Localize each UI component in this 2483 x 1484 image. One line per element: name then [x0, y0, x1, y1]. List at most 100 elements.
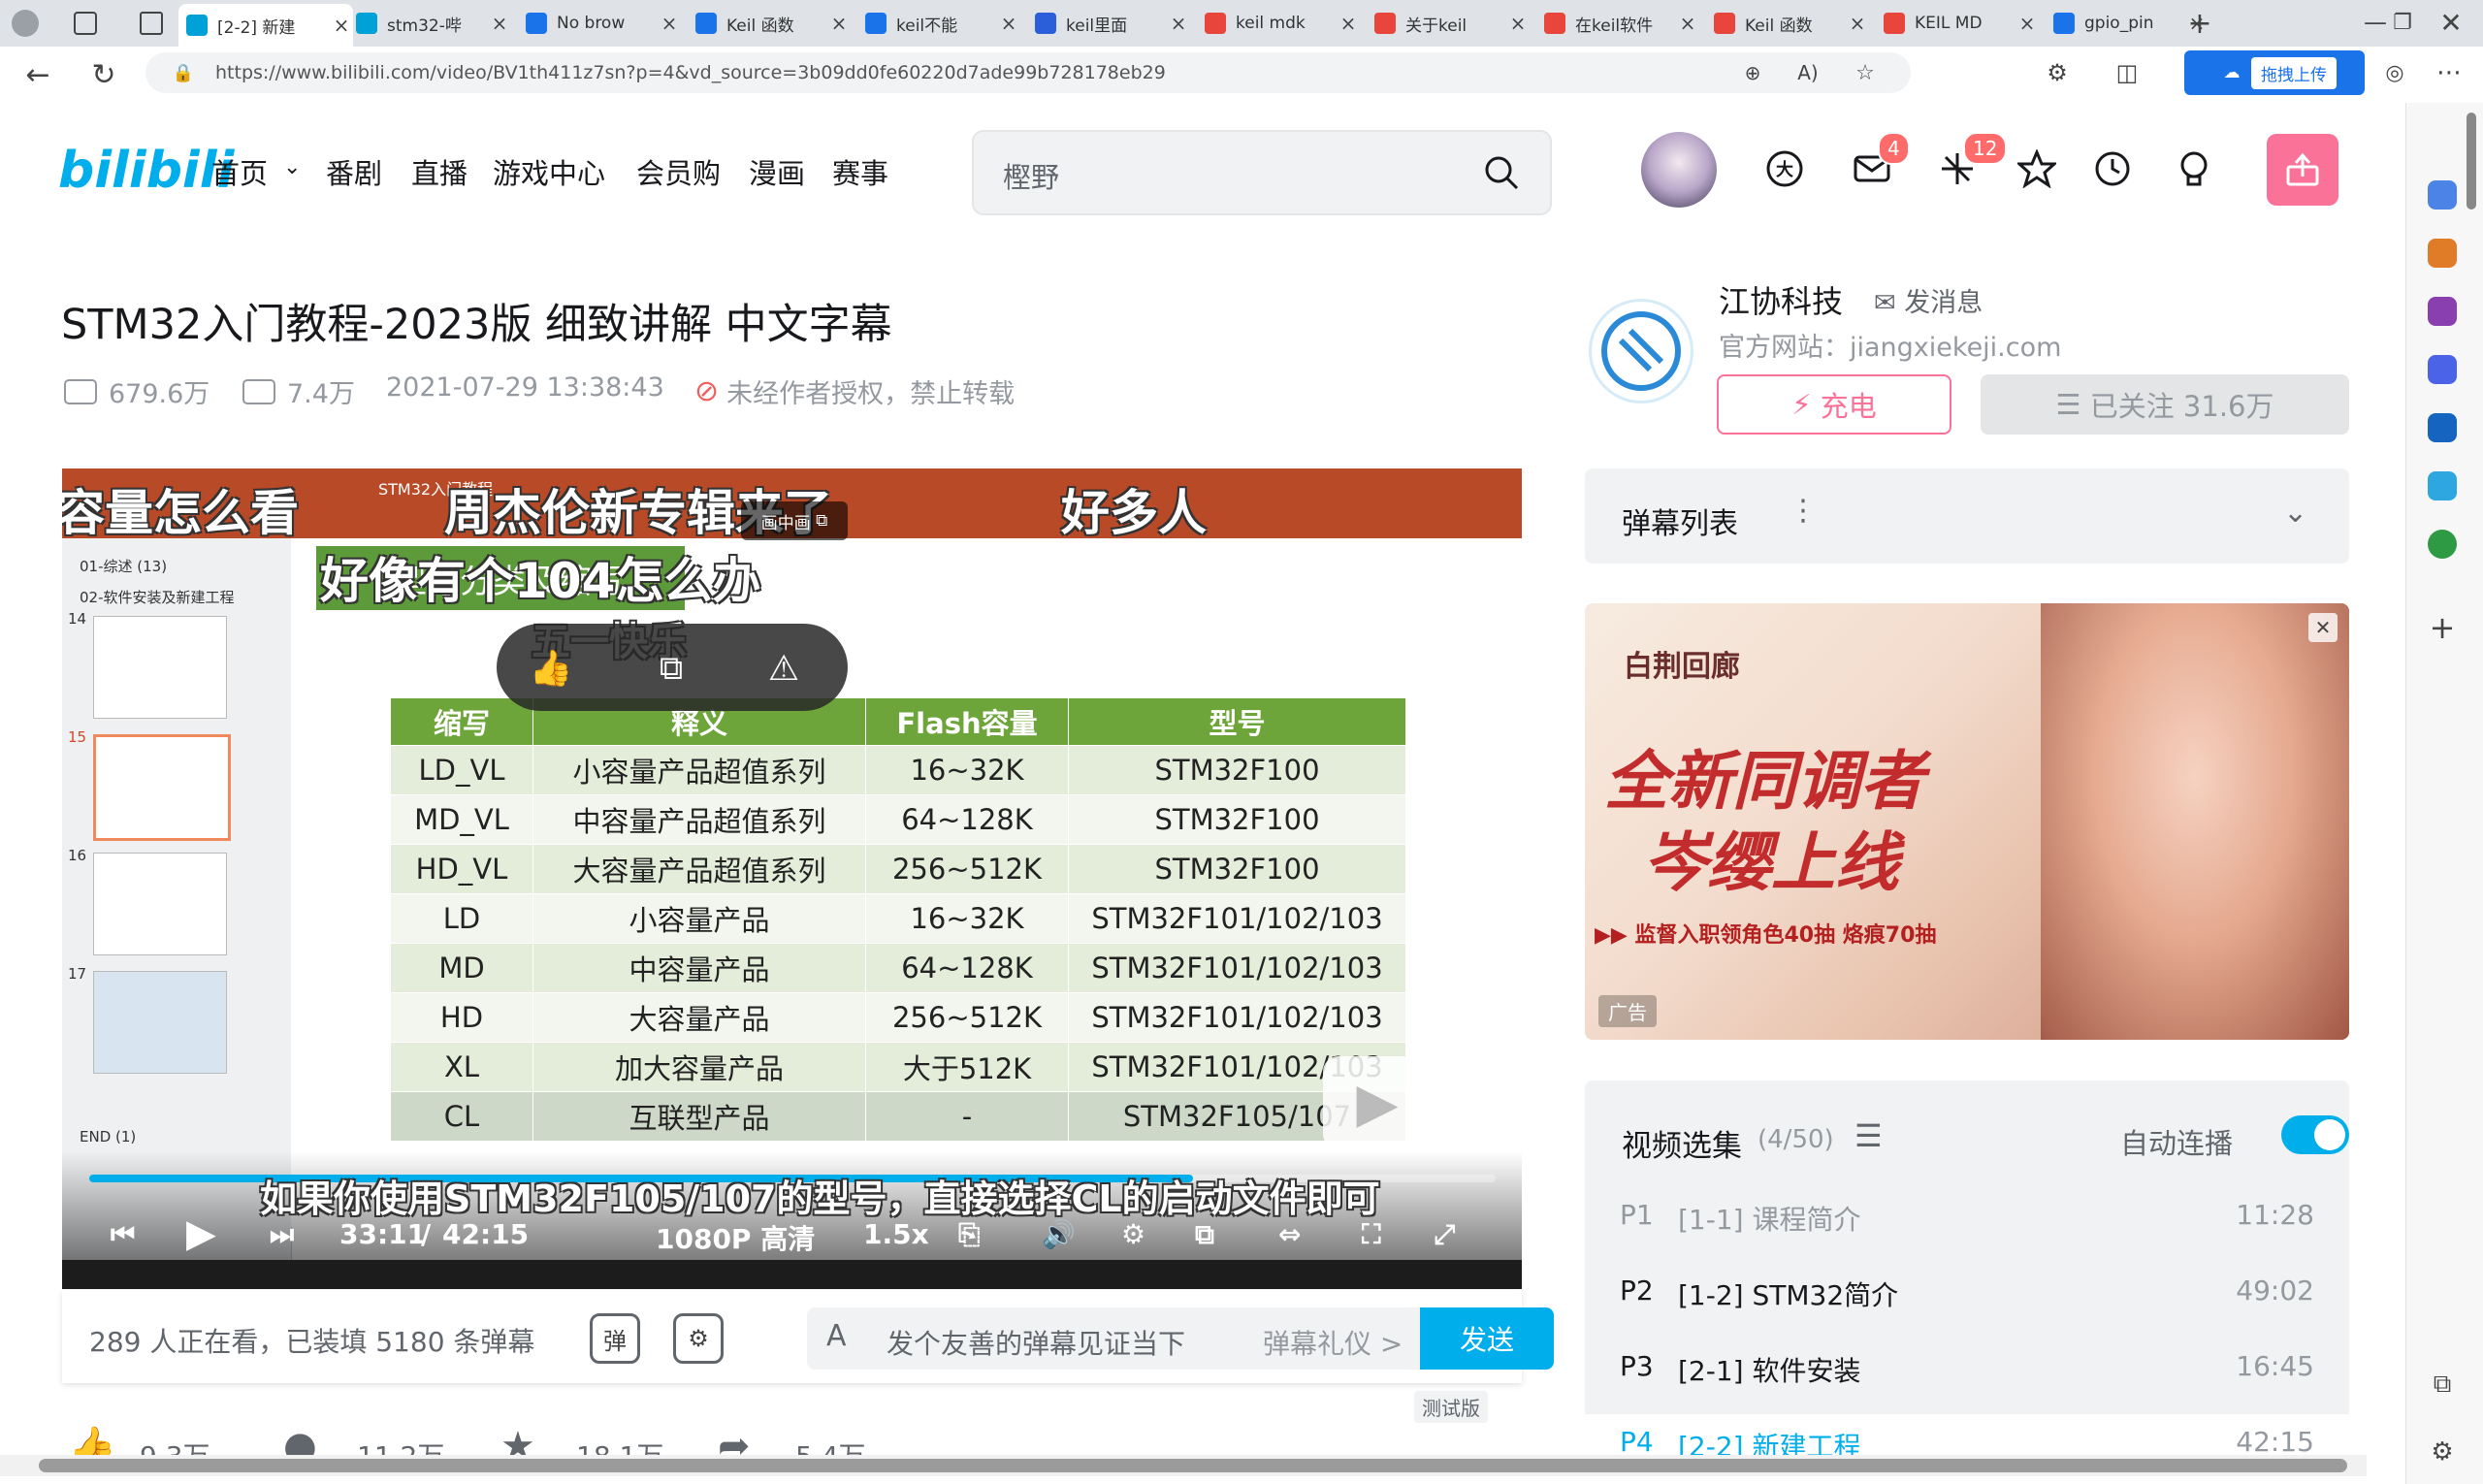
widescreen-icon[interactable]: ⇔	[1278, 1218, 1301, 1250]
pip-icon[interactable]: ⧉	[1195, 1218, 1214, 1251]
refresh-icon[interactable]: ↻	[87, 58, 120, 92]
close-tab-icon[interactable]: ×	[658, 12, 681, 35]
split-screen-icon[interactable]: ◫	[2112, 58, 2142, 87]
uploader-avatar[interactable]	[1589, 299, 1693, 403]
workspaces-icon[interactable]	[74, 12, 97, 35]
font-style-icon[interactable]: A	[826, 1319, 847, 1353]
play-overlay-icon[interactable]: ▶	[1323, 1056, 1432, 1149]
share-icon[interactable]: ➦	[718, 1424, 751, 1455]
send-danmaku-button[interactable]: 发送	[1420, 1307, 1554, 1370]
creator-bulb-icon[interactable]	[2175, 149, 2213, 188]
more-vertical-icon[interactable]: ⋮	[1789, 494, 1818, 528]
play-icon[interactable]: ▶	[186, 1211, 216, 1256]
new-tab-icon[interactable]: +	[2185, 6, 2214, 41]
danmaku-etiquette-link[interactable]: 弹幕礼仪 >	[1263, 1323, 1403, 1362]
browser-tab[interactable]: [2-2] 新建 ×	[178, 4, 353, 47]
ad-close-icon[interactable]: ✕	[2308, 613, 2338, 642]
more-menu-icon[interactable]: ⋯	[2435, 58, 2464, 87]
nav-game-center[interactable]: 游戏中心	[493, 151, 605, 192]
send-message-link[interactable]: ✉ 发消息	[1874, 281, 1983, 319]
quality-selector[interactable]: 1080P 高清	[656, 1218, 815, 1257]
close-tab-icon[interactable]: ×	[827, 12, 851, 35]
video-player[interactable]: STM32入门教程 01-综述 (13) 02-软件安装及新建工程 14 15 …	[62, 468, 1522, 1289]
sidebar-tools-icon[interactable]	[2428, 239, 2457, 268]
autoplay-toggle[interactable]	[2281, 1115, 2349, 1154]
sidebar-copilot-icon[interactable]	[2428, 355, 2457, 384]
episode-item[interactable]: P2 [1-2] STM32简介 49:02	[1585, 1263, 2349, 1321]
favorites-star-icon[interactable]	[2017, 149, 2056, 188]
close-tab-icon[interactable]: ×	[488, 12, 511, 35]
chevron-down-icon[interactable]: ⌄	[2283, 496, 2307, 530]
back-icon[interactable]: ←	[21, 58, 54, 92]
bilibili-logo[interactable]: bilibili	[58, 142, 234, 200]
browser-tab[interactable]: Keil 函数 ×	[693, 7, 851, 40]
ad-banner[interactable]: 白荆回廊 全新同调者 岑缨上线 ▶▶ 监督入职领角色40抽 烙痕70抽 广告 ✕	[1585, 603, 2349, 1040]
nav-anime[interactable]: 番剧	[326, 151, 382, 192]
web-fullscreen-icon[interactable]: ⛶	[1362, 1218, 1381, 1251]
danmaku-toggle-icon[interactable]: 弹	[590, 1313, 640, 1364]
nav-manga[interactable]: 漫画	[749, 151, 805, 192]
vertical-tabs-icon[interactable]	[140, 12, 163, 35]
sidebar-settings-icon[interactable]: ⚙	[2426, 1436, 2459, 1468]
close-tab-icon[interactable]: ×	[2015, 12, 2039, 35]
vip-icon[interactable]: 大	[1765, 149, 1804, 188]
like-icon[interactable]: 👍	[68, 1424, 116, 1455]
favorite-icon[interactable]: ★	[500, 1424, 535, 1455]
chevron-down-icon[interactable]: ⌄	[283, 155, 301, 179]
page-scrollbar[interactable]	[2467, 113, 2476, 210]
volume-icon[interactable]: 🔊	[1042, 1218, 1076, 1250]
copy-icon[interactable]: ⧉	[650, 647, 693, 690]
close-tab-icon[interactable]: ×	[1676, 12, 1699, 35]
favorite-star-icon[interactable]: ☆	[1853, 60, 1878, 85]
extensions-icon[interactable]: ⚙	[2043, 58, 2072, 87]
read-aloud-icon[interactable]: A)	[1794, 60, 1822, 85]
close-window-icon[interactable]: ✕	[2436, 6, 2466, 39]
zoom-icon[interactable]: ⊕	[1740, 60, 1765, 85]
upload-extension-button[interactable]: ☁ 拖拽上传	[2184, 50, 2365, 95]
settings-gear-icon[interactable]: ⚙	[1121, 1218, 1145, 1250]
nav-esports[interactable]: 赛事	[832, 151, 888, 192]
search-icon[interactable]	[1480, 151, 1523, 194]
close-tab-icon[interactable]: ×	[1846, 12, 1869, 35]
close-tab-icon[interactable]: ×	[1337, 12, 1360, 35]
sidebar-add-icon[interactable]: +	[2428, 609, 2457, 646]
sidebar-badge-icon[interactable]	[2428, 530, 2457, 559]
browser-tab[interactable]: stm32-哔 ×	[354, 7, 511, 40]
uploader-name[interactable]: 江协科技	[1719, 277, 1843, 322]
sidebar-games-icon[interactable]	[2428, 297, 2457, 326]
horizontal-scrollbar[interactable]	[0, 1455, 2367, 1476]
sidebar-search-icon[interactable]	[2428, 180, 2457, 210]
picture-in-picture-button[interactable]: 画中画 ⧉	[741, 501, 848, 540]
nav-home[interactable]: 首页	[211, 151, 268, 192]
upload-button[interactable]	[2267, 134, 2338, 206]
nav-live[interactable]: 直播	[411, 151, 468, 192]
browser-tab[interactable]: 在keil软件 ×	[1542, 7, 1699, 40]
sidebar-send-icon[interactable]	[2428, 471, 2457, 500]
episode-item[interactable]: P3 [2-1] 软件安装 16:45	[1585, 1339, 2349, 1397]
browser-tab[interactable]: KEIL MD ×	[1882, 7, 2039, 40]
charge-button[interactable]: ⚡ 充电	[1717, 374, 1951, 435]
list-view-icon[interactable]: ☰	[1854, 1117, 1883, 1154]
browser-tab[interactable]: No brow ×	[524, 7, 681, 40]
browser-tab[interactable]: keil里面 ×	[1033, 7, 1190, 40]
restore-icon[interactable]: ❐	[2388, 8, 2417, 37]
scrollbar-thumb[interactable]	[39, 1459, 2347, 1472]
profile-icon[interactable]	[12, 10, 39, 37]
minimize-icon[interactable]: —	[2361, 8, 2390, 37]
danmaku-list-panel[interactable]: 弹幕列表 ⋮ ⌄	[1585, 468, 2349, 564]
follow-button[interactable]: ☰ 已关注 31.6万	[1981, 374, 2349, 435]
report-warning-icon[interactable]: ⚠	[760, 645, 807, 692]
url-field[interactable]: 🔒 https://www.bilibili.com/video/BV1th41…	[145, 52, 1911, 93]
copilot-icon[interactable]: ◎	[2380, 58, 2409, 87]
browser-tab[interactable]: keil mdk ×	[1203, 7, 1360, 40]
avatar[interactable]	[1641, 132, 1717, 208]
episode-item[interactable]: P4 [2-2] 新建工程 42:15	[1585, 1414, 2349, 1455]
history-clock-icon[interactable]	[2093, 149, 2132, 188]
coin-icon[interactable]: ●	[283, 1424, 317, 1455]
episode-item[interactable]: P1 [1-1] 课程简介 11:28	[1585, 1187, 2349, 1245]
fullscreen-icon[interactable]: ⤢	[1434, 1218, 1455, 1251]
search-input[interactable]: 樫野	[1003, 155, 1059, 196]
danmaku-settings-icon[interactable]: ⚙	[673, 1313, 724, 1364]
subtitle-toggle-icon[interactable]: ⎘	[958, 1218, 980, 1251]
next-icon[interactable]: ⏭	[270, 1218, 294, 1251]
